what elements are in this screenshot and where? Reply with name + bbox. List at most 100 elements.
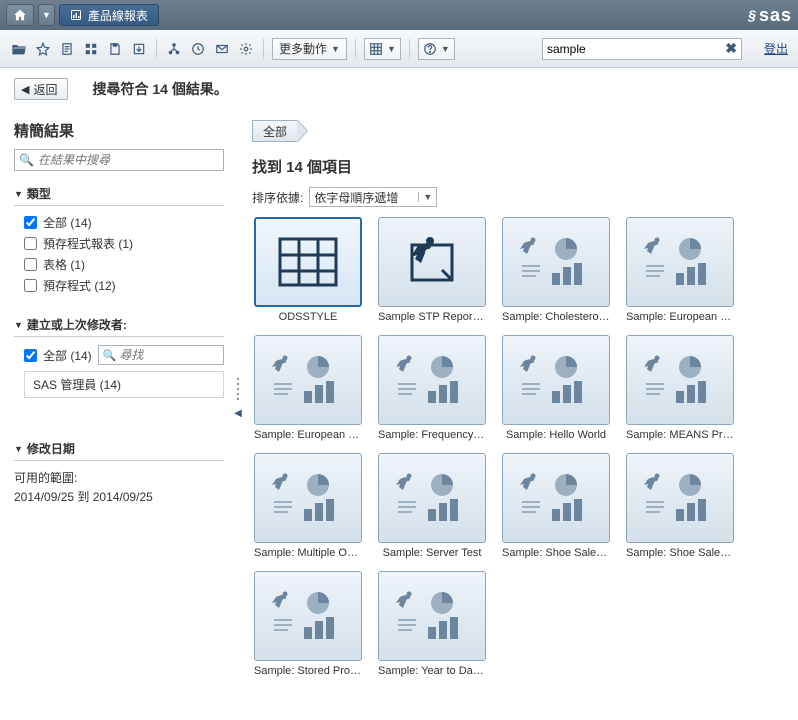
grid-item-label: Sample: Stored Proce... <box>254 665 362 677</box>
toolbar-separator <box>156 39 157 59</box>
type-filter-row[interactable]: 預存程式報表 (1) <box>24 235 224 252</box>
type-filter-checkbox[interactable] <box>24 279 37 292</box>
section-date-header[interactable]: ▼ 修改日期 <box>14 440 224 461</box>
grid-item[interactable]: ODSSTYLE <box>252 217 364 323</box>
global-search[interactable]: ✖ <box>542 38 742 60</box>
more-actions-dropdown[interactable]: 更多動作 ▼ <box>272 38 347 60</box>
view-mode-dropdown[interactable]: ▼ <box>364 38 401 60</box>
grid-item[interactable]: Sample: Cholesterol b... <box>500 217 612 323</box>
grid-item[interactable]: Sample: Shoe Sales b... <box>500 453 612 559</box>
grid-item[interactable]: Sample: European De... <box>252 335 364 441</box>
sidebar: 精簡結果 🔍 ▼ 類型 全部 (14)預存程式報表 (1)表格 (1)預存程式 … <box>14 120 224 677</box>
breadcrumb-product-report[interactable]: 產品線報表 <box>59 4 159 26</box>
type-filter-checkbox[interactable] <box>24 237 37 250</box>
tree-button[interactable] <box>165 40 183 58</box>
grid-thumb[interactable] <box>626 335 734 425</box>
grid-thumb[interactable] <box>378 571 486 661</box>
sidebar-search[interactable]: 🔍 <box>14 149 224 171</box>
results-grid: ODSSTYLE Sample STP Report: ...Sample: Ch… <box>252 217 784 677</box>
grid-item-label: Sample: Shoe Sales b... <box>502 547 610 559</box>
author-item[interactable]: SAS 管理員 (14) <box>24 371 224 398</box>
sort-dropdown[interactable]: 依字母順序遞增 ▼ <box>309 187 437 207</box>
home-icon <box>13 8 27 22</box>
grid-thumb[interactable] <box>378 453 486 543</box>
document-button[interactable] <box>58 40 76 58</box>
grid-item[interactable]: Sample: European De... <box>624 217 736 323</box>
grid-thumb[interactable] <box>626 217 734 307</box>
grid-icon <box>369 42 383 56</box>
grid-item-label: ODSSTYLE <box>254 311 362 323</box>
global-search-input[interactable] <box>547 42 725 56</box>
section-type-label: 類型 <box>27 185 51 202</box>
dashboard-button[interactable] <box>82 40 100 58</box>
result-title: 搜尋符合 14 個結果。 <box>92 79 227 99</box>
date-range-label: 可用的範圍: <box>14 469 224 488</box>
grid-thumb[interactable] <box>378 217 486 307</box>
back-button[interactable]: ◀ 返回 <box>14 78 68 100</box>
grid-thumb[interactable] <box>254 217 362 307</box>
grid-thumb[interactable] <box>254 453 362 543</box>
help-icon <box>423 42 437 56</box>
chevron-down-icon: ▼ <box>418 192 432 202</box>
grid-item[interactable]: Sample: Server Test <box>376 453 488 559</box>
open-folder-button[interactable] <box>10 40 28 58</box>
author-all-checkbox[interactable] <box>24 349 37 362</box>
gear-icon <box>239 42 253 56</box>
clear-search-button[interactable]: ✖ <box>725 40 737 57</box>
grid-item[interactable]: Sample: Frequency A... <box>376 335 488 441</box>
grid-item[interactable]: Sample STP Report: ... <box>376 217 488 323</box>
favorite-button[interactable] <box>34 40 52 58</box>
export-button[interactable] <box>130 40 148 58</box>
home-button[interactable] <box>6 4 34 26</box>
email-button[interactable] <box>213 40 231 58</box>
logout-link[interactable]: 登出 <box>764 40 788 57</box>
grid-item-label: Sample: Hello World <box>502 429 610 441</box>
grid-item[interactable]: Sample: Year to Date ... <box>376 571 488 677</box>
section-author-header[interactable]: ▼ 建立或上次修改者: <box>14 316 224 337</box>
grid-thumb[interactable] <box>502 217 610 307</box>
sort-row: 排序依據: 依字母順序遞增 ▼ <box>252 187 784 207</box>
grid-thumb[interactable] <box>254 571 362 661</box>
type-filter-row[interactable]: 表格 (1) <box>24 256 224 273</box>
author-search-input[interactable] <box>119 348 219 362</box>
grid-item[interactable]: Sample: Hello World <box>500 335 612 441</box>
section-date-label: 修改日期 <box>27 440 75 457</box>
report-thumb-icon <box>516 471 596 526</box>
type-filter-checkbox[interactable] <box>24 258 37 271</box>
grid-thumb[interactable] <box>378 335 486 425</box>
author-search[interactable]: 🔍 <box>98 345 224 365</box>
collapse-sidebar-button[interactable]: ◀ <box>234 408 242 419</box>
settings-button[interactable] <box>237 40 255 58</box>
date-range-value: 2014/09/25 到 2014/09/25 <box>14 488 224 507</box>
stp-icon <box>402 235 462 290</box>
clock-icon <box>191 42 205 56</box>
type-filter-label: 全部 (14) <box>43 214 92 231</box>
grid-item[interactable]: Sample: Shoe Sales G... <box>624 453 736 559</box>
save-button[interactable] <box>106 40 124 58</box>
grid-thumb[interactable] <box>254 335 362 425</box>
star-icon <box>36 42 50 56</box>
report-thumb-icon <box>392 471 472 526</box>
grid-item[interactable]: Sample: MEANS Pro... <box>624 335 736 441</box>
home-dropdown[interactable]: ▼ <box>38 4 55 26</box>
section-type-header[interactable]: ▼ 類型 <box>14 185 224 206</box>
type-filter-checkbox[interactable] <box>24 216 37 229</box>
grid-item[interactable]: Sample: Multiple Out... <box>252 453 364 559</box>
breadcrumb-all[interactable]: 全部 <box>252 120 298 142</box>
grid-thumb[interactable] <box>502 335 610 425</box>
type-filter-row[interactable]: 預存程式 (12) <box>24 277 224 294</box>
grid-item-label: Sample: European De... <box>626 311 734 323</box>
author-all-row[interactable]: 全部 (14) 🔍 <box>24 345 224 365</box>
grid-item[interactable]: Sample: Stored Proce... <box>252 571 364 677</box>
grid-item-label: Sample: Multiple Out... <box>254 547 362 559</box>
schedule-button[interactable] <box>189 40 207 58</box>
sidebar-divider[interactable]: ◀ <box>234 120 242 677</box>
type-filter-row[interactable]: 全部 (14) <box>24 214 224 231</box>
chevron-left-icon: ◀ <box>21 83 29 96</box>
report-thumb-icon <box>268 589 348 644</box>
report-thumb-icon <box>392 353 472 408</box>
help-dropdown[interactable]: ▼ <box>418 38 455 60</box>
grid-thumb[interactable] <box>502 453 610 543</box>
sidebar-search-input[interactable] <box>38 153 219 167</box>
grid-thumb[interactable] <box>626 453 734 543</box>
